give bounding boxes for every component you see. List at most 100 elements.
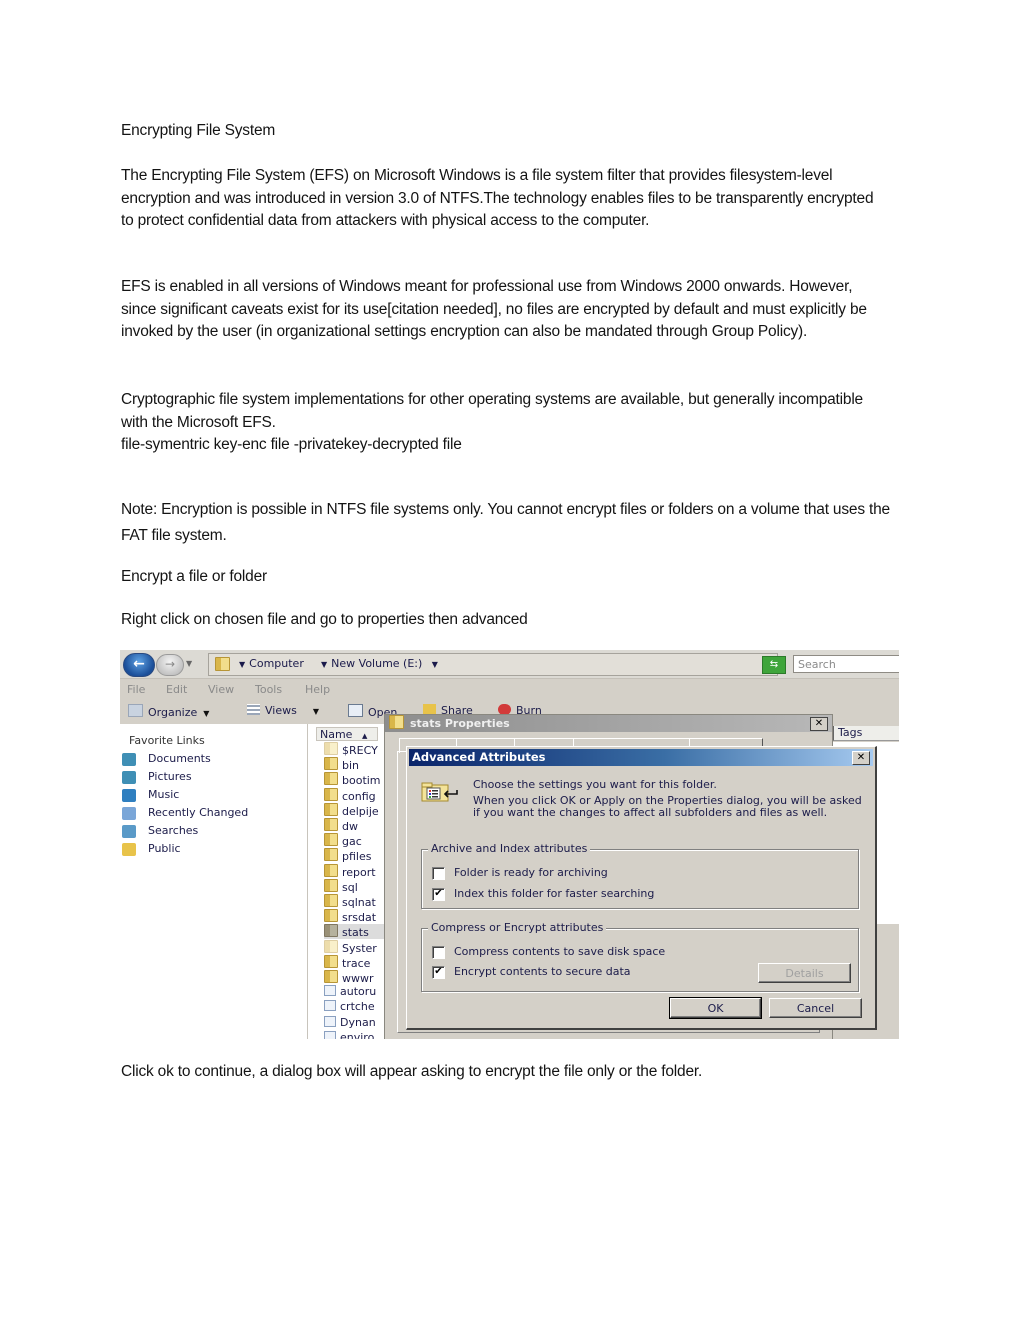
menu-tools[interactable]: Tools (255, 683, 282, 696)
folder-icon (215, 657, 230, 671)
advanced-attributes-dialog: Advanced Attributes ✕ Choose the setting… (406, 746, 877, 1030)
folder-icon (389, 715, 404, 729)
folder-icon (324, 954, 338, 968)
file-list-item[interactable]: dw (324, 818, 384, 833)
details-button[interactable]: Details (758, 963, 851, 983)
paragraph-enabled: EFS is enabled in all versions of Window… (121, 278, 867, 340)
embedded-screenshot: ← → ▼ ▼Computer ▼New Volume (E:) ▼ ▼ ⇆ S… (120, 650, 899, 1039)
file-list-item[interactable]: Dynan (324, 1015, 384, 1031)
organize-button[interactable]: Organize ▼ (128, 704, 209, 719)
folder-icon (324, 909, 338, 923)
folder-icon (324, 757, 338, 771)
folder-icon (122, 843, 136, 856)
compress-encrypt-group: Compress or Encrypt attributes Compress … (421, 921, 859, 992)
file-list-item[interactable]: delpije (324, 802, 384, 818)
views-icon (247, 704, 260, 715)
menu-view[interactable]: View (208, 683, 234, 696)
paragraph-note: Note: Encryption is possible in NTFS fil… (121, 501, 890, 544)
checkbox-checked[interactable]: ✔ (432, 966, 445, 979)
file-list-item[interactable]: autoru (324, 985, 384, 1000)
file-list-item[interactable]: stats (324, 924, 384, 940)
dialog-detail: When you click OK or Apply on the Proper… (473, 794, 862, 819)
file-icon (324, 1000, 336, 1012)
music-icon (122, 789, 136, 802)
advanced-attributes-title-bar[interactable]: Advanced Attributes ✕ (409, 749, 873, 766)
folder-icon (324, 848, 338, 862)
folder-icon (324, 833, 338, 847)
folder-icon (324, 924, 338, 938)
ok-button[interactable]: OK (669, 997, 762, 1019)
file-list-pane: Name ▲ $RECY bin bootim config delpije dw gac p… (308, 724, 386, 1039)
refresh-icon[interactable]: ⇆ (762, 656, 786, 674)
organize-icon (128, 704, 143, 717)
file-list-item[interactable]: bin (324, 757, 384, 772)
folder-icon (324, 863, 338, 877)
step-2-text: Click ok to continue, a dialog box will … (121, 1063, 703, 1080)
folder-icon (324, 970, 338, 983)
menu-file[interactable]: File (127, 683, 145, 696)
folder-icon (324, 894, 338, 907)
cancel-button[interactable]: Cancel (769, 998, 862, 1018)
file-list-item[interactable]: sqlnat (324, 894, 384, 909)
back-arrow-icon[interactable]: ← (123, 653, 155, 677)
paragraph-intro: The Encrypting File System (EFS) on Micr… (121, 167, 874, 229)
menu-help[interactable]: Help (305, 683, 330, 696)
folder-icon (324, 802, 338, 816)
recent-icon (122, 807, 136, 820)
file-list-item[interactable]: trace (324, 954, 384, 970)
folder-icon (324, 818, 338, 831)
favorite-links-pane: Favorite Links Documents Pictures Music Rec… (120, 724, 308, 1039)
favorite-links-title: Favorite Links (129, 734, 205, 747)
forward-arrow-icon[interactable]: → (156, 654, 184, 676)
column-header-name[interactable]: Name ▲ (316, 727, 378, 741)
dialog-message: Choose the settings you want for this fo… (473, 778, 717, 791)
folder-icon (324, 787, 338, 801)
pictures-icon (122, 771, 136, 784)
history-dropdown-icon[interactable]: ▼ (186, 659, 192, 668)
properties-title-bar[interactable]: stats Properties ✕ (385, 715, 832, 732)
address-field[interactable]: ▼Computer ▼New Volume (E:) ▼ ▼ (208, 653, 836, 676)
search-input[interactable]: Search (793, 655, 899, 673)
views-button[interactable]: Views ▼ (247, 704, 319, 717)
file-list-item[interactable]: sql (324, 878, 384, 894)
file-list-item[interactable]: bootim (324, 772, 384, 787)
file-icon (324, 1015, 336, 1027)
archive-index-group: Archive and Index attributes Folder is r… (421, 842, 859, 909)
paragraph-flow: file-symentric key-enc file -privatekey-… (121, 436, 462, 453)
folder-icon (324, 878, 338, 892)
file-list-item[interactable]: srsdat (324, 909, 384, 924)
folder-icon (324, 742, 338, 755)
documents-icon (122, 753, 136, 766)
folder-icon (324, 939, 338, 953)
close-icon[interactable]: ✕ (810, 717, 828, 731)
group-label: Compress or Encrypt attributes (428, 921, 607, 934)
folder-icon (324, 772, 338, 786)
checkbox-unchecked[interactable] (432, 946, 445, 959)
column-header-tags[interactable]: Tags (833, 726, 899, 741)
checkbox-checked[interactable]: ✔ (432, 888, 445, 901)
menu-edit[interactable]: Edit (166, 683, 187, 696)
address-bar-row: ← → ▼ ▼Computer ▼New Volume (E:) ▼ ▼ ⇆ S… (120, 650, 899, 679)
breadcrumb-computer[interactable]: ▼ Computer (239, 657, 304, 670)
file-list-item[interactable]: crtche (324, 1000, 384, 1015)
file-list-item[interactable]: wwwr (324, 970, 384, 985)
file-list-item[interactable]: config (324, 787, 384, 803)
file-list-item[interactable]: gac (324, 833, 384, 848)
close-icon[interactable]: ✕ (852, 751, 870, 765)
breadcrumb-volume[interactable]: ▼ New Volume (E:) ▼ (321, 657, 438, 670)
folder-attributes-icon (421, 782, 458, 802)
file-list-item[interactable]: $RECY (324, 742, 384, 757)
paragraph-crypto: Cryptographic file system implementation… (121, 391, 863, 431)
section-heading: Encrypt a file or folder (121, 568, 267, 585)
checkbox-unchecked[interactable] (432, 867, 445, 880)
file-list-item[interactable]: report (324, 863, 384, 879)
menu-bar: File Edit View Tools Help (120, 679, 899, 701)
searches-icon (122, 825, 136, 838)
step-1-text: Right click on chosen file and go to pro… (121, 611, 528, 628)
group-label: Archive and Index attributes (428, 842, 591, 855)
file-list-item[interactable]: enviro (324, 1030, 384, 1039)
file-icon (324, 1030, 336, 1039)
file-list-item[interactable]: pfiles (324, 848, 384, 863)
open-icon (348, 704, 363, 717)
file-list-item[interactable]: Syster (324, 939, 384, 955)
